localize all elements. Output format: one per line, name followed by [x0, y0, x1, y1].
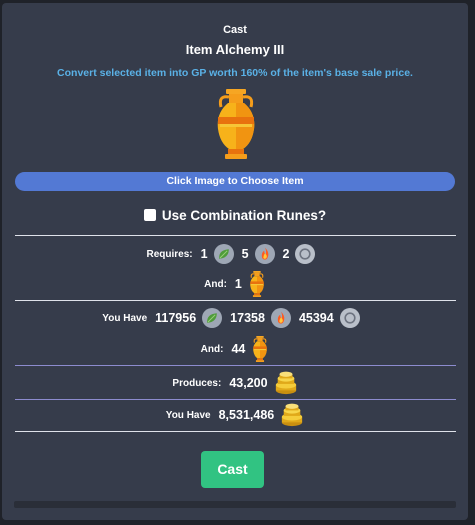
divider — [15, 300, 456, 301]
gp-have-value: 8,531,486 — [218, 408, 275, 422]
you-have-label: You Have — [102, 312, 148, 324]
combination-runes-option[interactable]: Use Combination Runes? — [2, 208, 468, 223]
gp-have-label: You Have — [165, 409, 211, 421]
rune-count: 45394 — [298, 311, 334, 325]
fire-rune-icon — [254, 244, 275, 264]
and-label: And: — [200, 343, 224, 355]
rune-count: 17358 — [230, 311, 265, 325]
requires-item-row: And: 1 — [2, 271, 468, 297]
cast-title: Cast — [223, 24, 247, 36]
choose-item-button[interactable]: Click Image to Choose Item — [15, 172, 455, 191]
spell-description: Convert selected item into GP worth 160%… — [57, 67, 413, 79]
combination-runes-checkbox[interactable] — [143, 209, 156, 221]
divider — [15, 365, 456, 366]
gold-coins-icon — [280, 403, 304, 427]
you-have-item-row: And: 44 — [2, 336, 468, 362]
scrollbar[interactable] — [14, 501, 456, 508]
gp-have-row: You Have 8,531,486 — [2, 401, 468, 429]
nature-rune-icon — [202, 308, 223, 328]
you-have-row: You Have 117956 17358 45394 — [2, 305, 468, 331]
blank-rune-icon — [295, 244, 316, 264]
divider — [15, 399, 456, 400]
spell-name: Item Alchemy III — [185, 42, 285, 57]
fire-rune-icon — [270, 308, 291, 328]
amphora-icon — [251, 336, 269, 362]
spell-panel: Cast Item Alchemy III Convert selected i… — [2, 3, 468, 520]
item-count: 44 — [231, 342, 246, 356]
rune-count: 117956 — [155, 311, 197, 325]
produces-row: Produces: 43,200 — [2, 369, 468, 397]
produces-label: Produces: — [172, 377, 222, 389]
combination-runes-label: Use Combination Runes? — [161, 208, 327, 223]
rune-count: 1 — [200, 247, 208, 261]
requires-row: Requires: 1 5 2 — [2, 241, 468, 267]
nature-rune-icon — [213, 244, 234, 264]
gold-coins-icon — [274, 371, 298, 395]
amphora-icon[interactable] — [212, 89, 260, 159]
divider — [15, 235, 456, 236]
divider — [15, 431, 456, 432]
blank-rune-icon — [339, 308, 360, 328]
requires-label: Requires: — [146, 248, 193, 260]
rune-count: 5 — [241, 247, 249, 261]
produces-value: 43,200 — [229, 376, 268, 390]
cast-button[interactable]: Cast — [201, 451, 264, 488]
amphora-icon — [248, 271, 266, 297]
and-label: And: — [204, 278, 227, 290]
rune-count: 2 — [282, 247, 290, 261]
item-count: 1 — [234, 277, 242, 291]
